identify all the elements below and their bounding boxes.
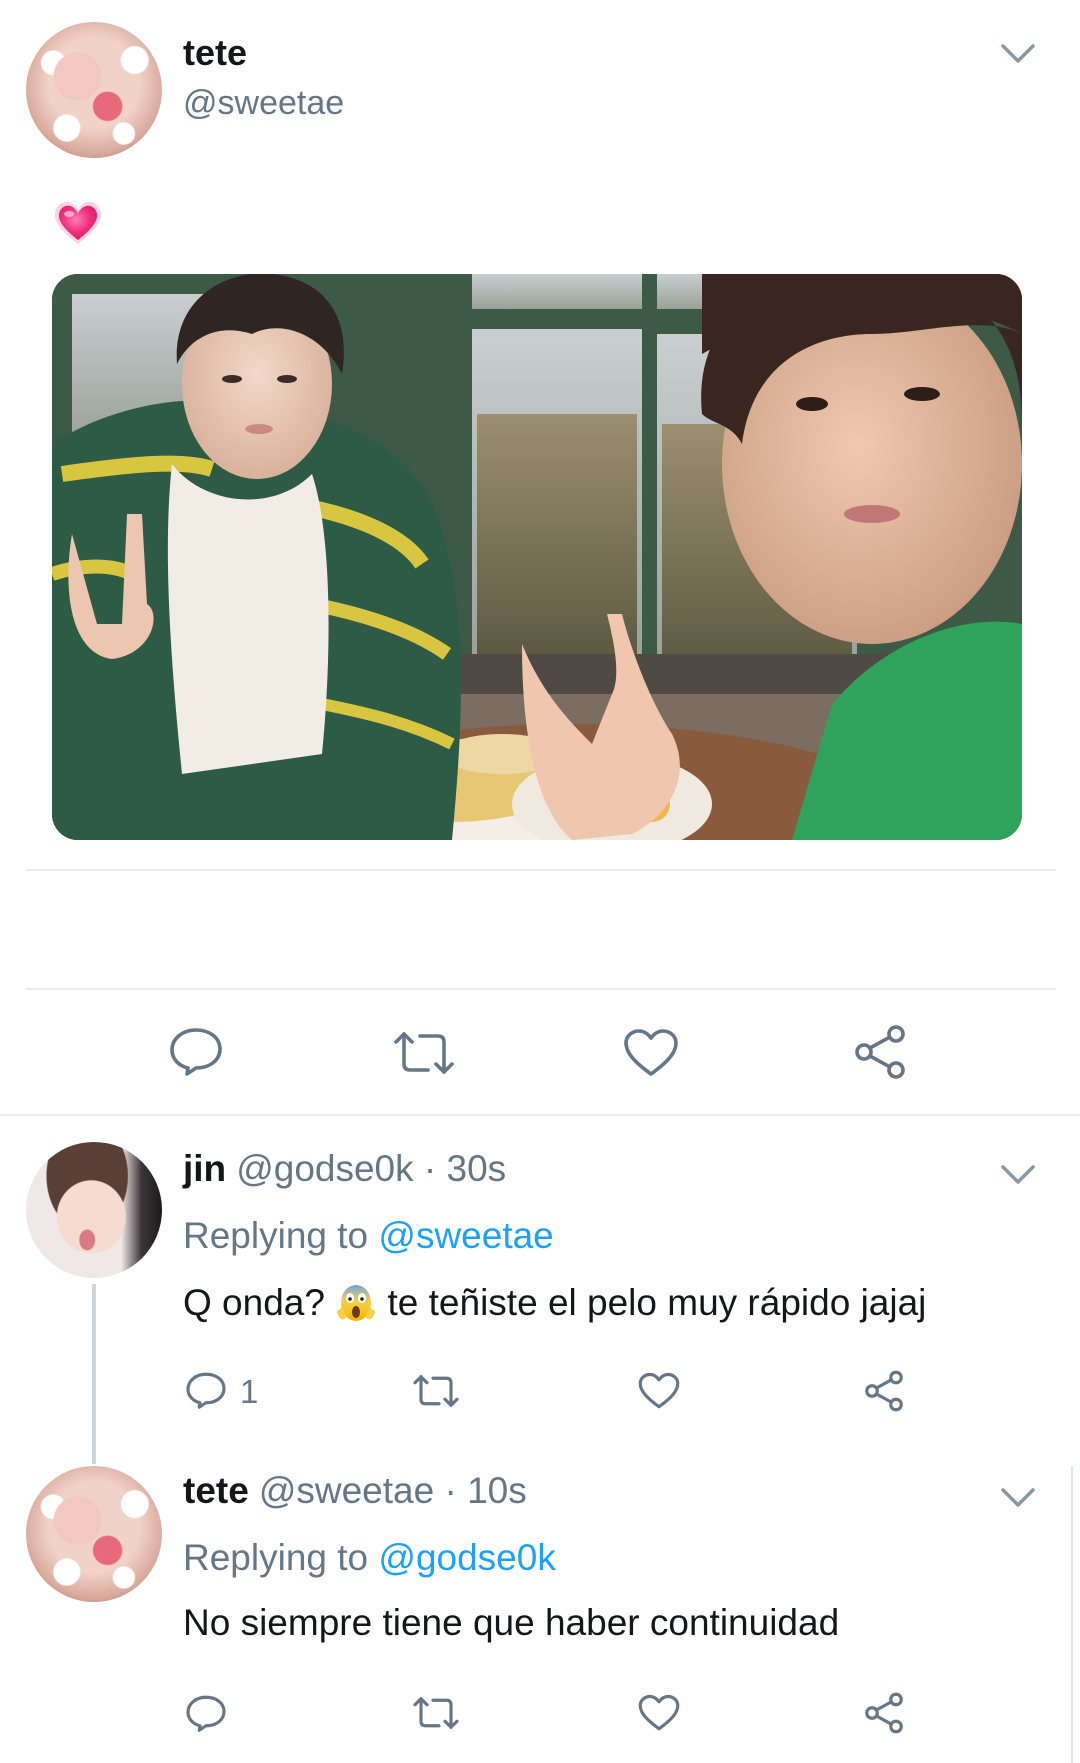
retweet-icon[interactable] — [412, 1694, 460, 1732]
avatar[interactable] — [26, 1466, 162, 1602]
thread-line — [92, 1284, 96, 1464]
reply-count: 1 — [240, 1373, 259, 1410]
share-icon[interactable] — [852, 1024, 908, 1080]
chevron-down-icon[interactable] — [1000, 42, 1036, 66]
divider — [26, 988, 1056, 990]
card-edge — [1071, 1466, 1073, 1763]
reply-icon[interactable] — [168, 1026, 224, 1076]
tweet-photo[interactable] — [52, 274, 1022, 840]
reply-icon[interactable] — [185, 1371, 227, 1409]
author-handle[interactable]: @godse0k — [236, 1148, 413, 1189]
scream-emoji-icon — [337, 1285, 376, 1321]
author-name[interactable]: tete — [183, 1470, 249, 1511]
retweet-icon[interactable] — [412, 1372, 460, 1410]
retweet-icon[interactable] — [392, 1028, 456, 1078]
author-handle[interactable]: @sweetae — [259, 1470, 434, 1511]
like-icon[interactable] — [623, 1028, 679, 1078]
author-handle[interactable]: @sweetae — [183, 84, 344, 123]
reply-text: Q onda? te teñiste el pelo muy rápido ja… — [183, 1281, 926, 1324]
replying-to: Replying to @godse0k — [183, 1537, 556, 1579]
divider — [26, 869, 1056, 871]
reply-header: jin @godse0k · 30s — [183, 1148, 506, 1190]
like-icon[interactable] — [638, 1694, 680, 1732]
mention-link[interactable]: @sweetae — [378, 1215, 553, 1256]
reply-text: No siempre tiene que haber continuidad — [183, 1602, 840, 1643]
chevron-down-icon[interactable] — [1000, 1486, 1036, 1510]
photo-selfie — [52, 274, 1022, 840]
share-icon[interactable] — [863, 1370, 905, 1412]
replying-to: Replying to @sweetae — [183, 1215, 554, 1257]
author-name[interactable]: tete — [183, 32, 247, 74]
author-name[interactable]: jin — [183, 1148, 226, 1189]
like-icon[interactable] — [638, 1372, 680, 1410]
timestamp: · 30s — [413, 1148, 507, 1189]
heart-emoji-icon — [54, 201, 102, 244]
share-icon[interactable] — [863, 1692, 905, 1734]
replying-prefix: Replying to — [183, 1215, 379, 1256]
mention-link[interactable]: @godse0k — [378, 1537, 555, 1578]
divider — [0, 1114, 1080, 1116]
chevron-down-icon[interactable] — [1000, 1163, 1036, 1187]
timestamp: · 10s — [434, 1470, 527, 1511]
reply-icon[interactable] — [185, 1694, 227, 1732]
reply-text-end: te teñiste el pelo muy rápido jajaj — [377, 1282, 927, 1323]
reply-text-start: Q onda? — [183, 1282, 336, 1323]
avatar[interactable] — [26, 22, 162, 158]
reply-header: tete @sweetae · 10s — [183, 1470, 527, 1512]
replying-prefix: Replying to — [183, 1537, 379, 1578]
avatar[interactable] — [26, 1142, 162, 1278]
